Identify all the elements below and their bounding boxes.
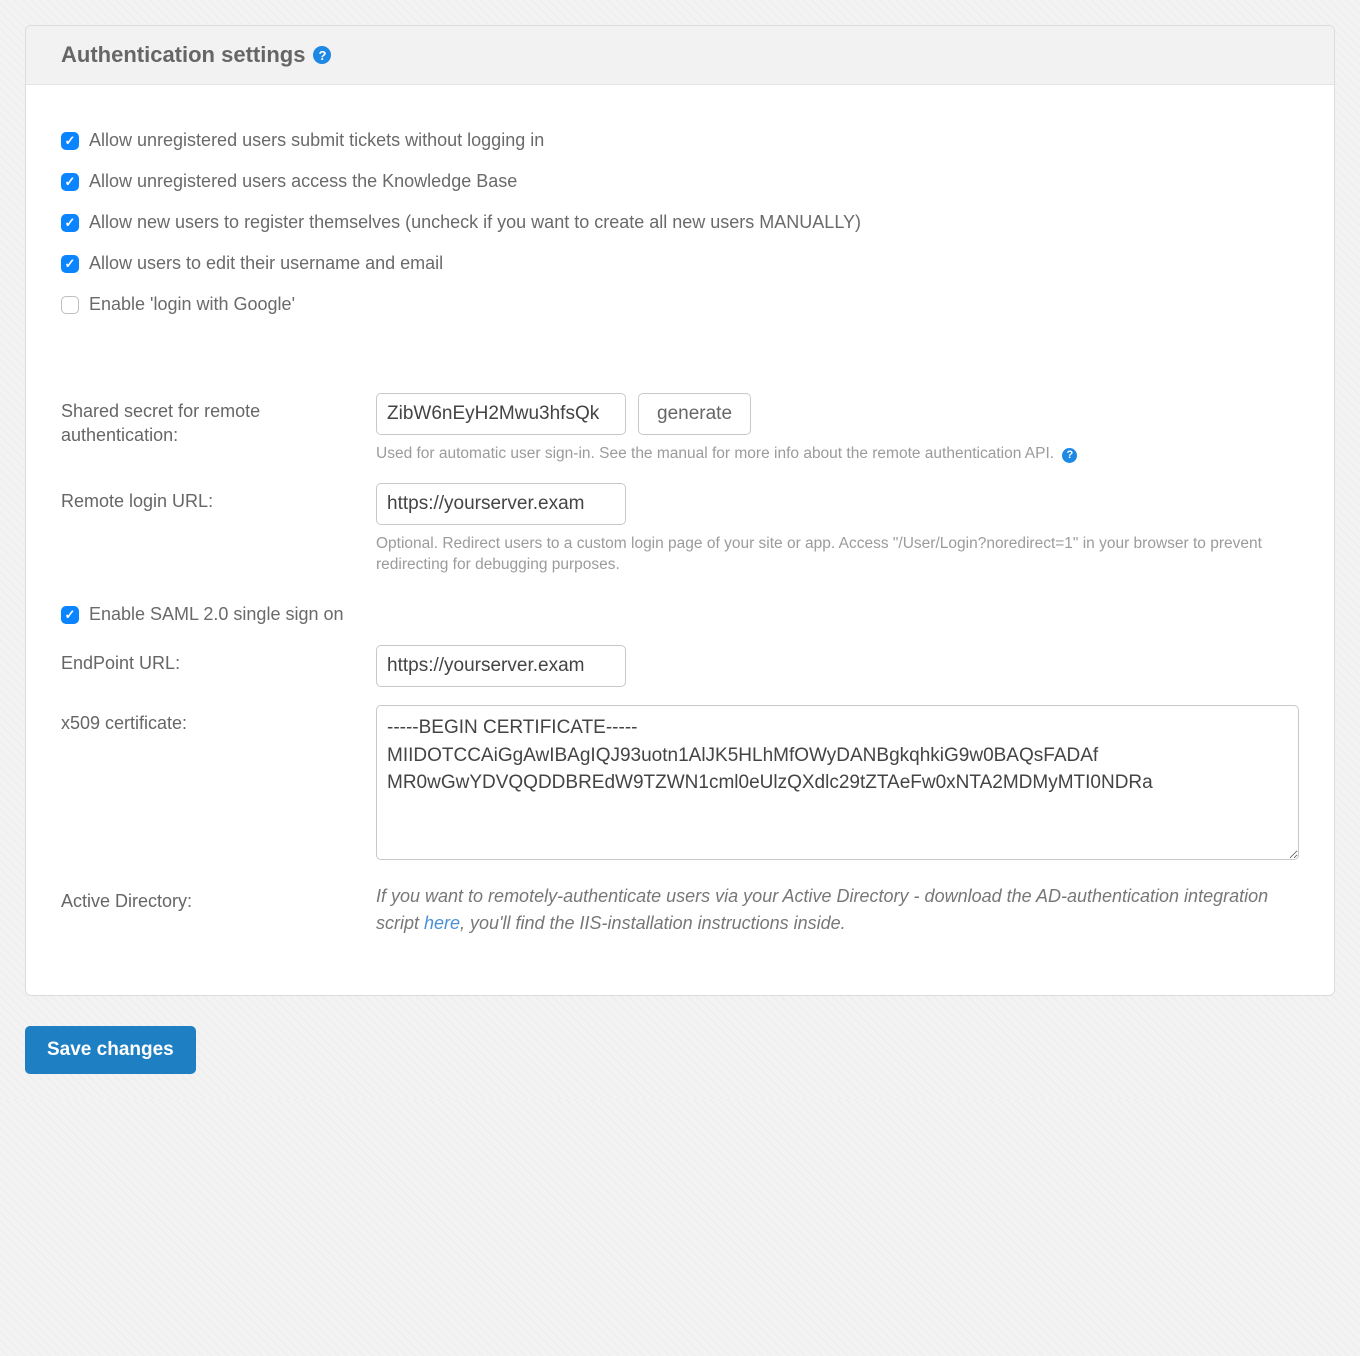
help-icon[interactable]: ? xyxy=(1062,448,1077,463)
ad-script-link[interactable]: here xyxy=(424,913,460,933)
shared-secret-label: Shared secret for remote authentication: xyxy=(61,393,376,448)
checkbox-allow-unreg-tickets-row: Allow unregistered users submit tickets … xyxy=(61,130,1299,151)
checkbox-enable-google-login[interactable] xyxy=(61,296,79,314)
generate-button[interactable]: generate xyxy=(638,393,751,435)
checkbox-label[interactable]: Allow new users to register themselves (… xyxy=(89,212,861,233)
checkbox-enable-saml-row: Enable SAML 2.0 single sign on xyxy=(61,604,1299,625)
shared-secret-input[interactable] xyxy=(376,393,626,435)
panel-heading: Authentication settings ? xyxy=(26,26,1334,85)
checkbox-allow-unreg-tickets[interactable] xyxy=(61,132,79,150)
x509-textarea[interactable] xyxy=(376,705,1299,860)
checkbox-allow-self-register-row: Allow new users to register themselves (… xyxy=(61,212,1299,233)
active-directory-text: If you want to remotely-authenticate use… xyxy=(376,883,1299,937)
checkbox-label[interactable]: Enable 'login with Google' xyxy=(89,294,295,315)
checkbox-label[interactable]: Allow users to edit their username and e… xyxy=(89,253,443,274)
checkbox-allow-unreg-kb[interactable] xyxy=(61,173,79,191)
x509-label: x509 certificate: xyxy=(61,705,376,735)
active-directory-label: Active Directory: xyxy=(61,883,376,913)
endpoint-url-row: EndPoint URL: xyxy=(61,645,1299,687)
help-icon[interactable]: ? xyxy=(313,46,331,64)
checkbox-allow-unreg-kb-row: Allow unregistered users access the Know… xyxy=(61,171,1299,192)
checkbox-allow-edit-username[interactable] xyxy=(61,255,79,273)
shared-secret-row: Shared secret for remote authentication:… xyxy=(61,393,1299,465)
endpoint-url-label: EndPoint URL: xyxy=(61,645,376,675)
checkbox-label[interactable]: Enable SAML 2.0 single sign on xyxy=(89,604,344,625)
remote-login-row: Remote login URL: Optional. Redirect use… xyxy=(61,483,1299,576)
checkbox-enable-saml[interactable] xyxy=(61,606,79,624)
remote-login-hint: Optional. Redirect users to a custom log… xyxy=(376,533,1299,576)
panel-body: Allow unregistered users submit tickets … xyxy=(26,85,1334,995)
endpoint-url-input[interactable] xyxy=(376,645,626,687)
remote-login-input[interactable] xyxy=(376,483,626,525)
checkbox-allow-edit-username-row: Allow users to edit their username and e… xyxy=(61,253,1299,274)
checkbox-label[interactable]: Allow unregistered users access the Know… xyxy=(89,171,517,192)
x509-row: x509 certificate: xyxy=(61,705,1299,865)
shared-secret-hint: Used for automatic user sign-in. See the… xyxy=(376,443,1299,465)
save-changes-button[interactable]: Save changes xyxy=(25,1026,196,1074)
auth-settings-panel: Authentication settings ? Allow unregist… xyxy=(25,25,1335,996)
checkbox-enable-google-login-row: Enable 'login with Google' xyxy=(61,294,1299,315)
remote-login-label: Remote login URL: xyxy=(61,483,376,513)
checkbox-allow-self-register[interactable] xyxy=(61,214,79,232)
panel-title: Authentication settings xyxy=(61,42,305,68)
checkbox-label[interactable]: Allow unregistered users submit tickets … xyxy=(89,130,544,151)
active-directory-row: Active Directory: If you want to remotel… xyxy=(61,883,1299,937)
